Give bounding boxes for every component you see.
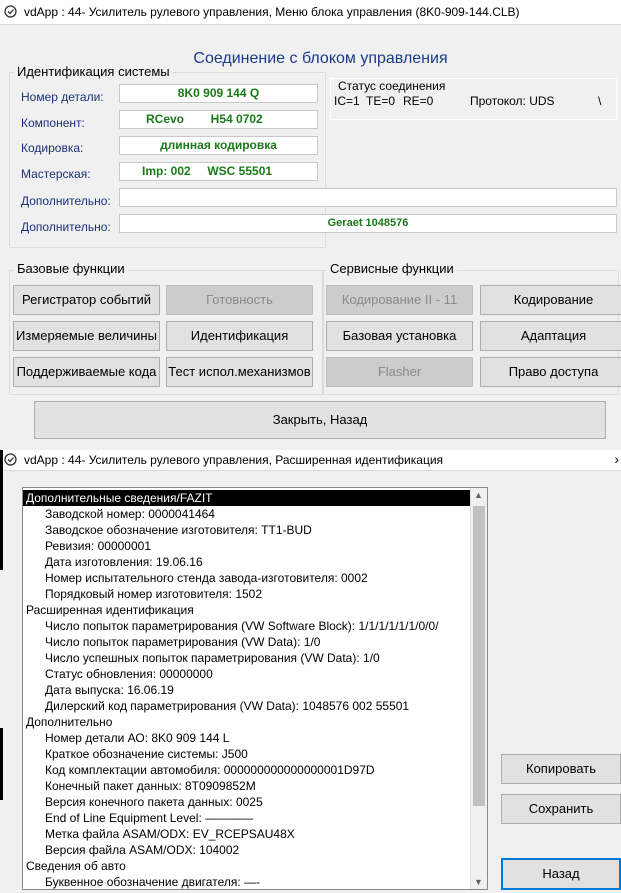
list-section-header[interactable]: Сведения об авто [26, 858, 126, 874]
list-item[interactable]: Код комплектации автомобиля: 00000000000… [45, 762, 375, 778]
list-item[interactable]: Номер испытательного стенда завода-изгот… [45, 570, 368, 586]
list-item[interactable]: Заводской номер: 0000041464 [45, 506, 215, 522]
list-item[interactable]: Ревизия: 00000001 [45, 538, 151, 554]
list-section-header[interactable]: Дополнительные сведения/FAZIT [23, 490, 470, 506]
window-title: vdApp : 44- Усилитель рулевого управлени… [24, 5, 520, 19]
part-number-field: 8K0 909 144 Q [119, 84, 318, 103]
list-item[interactable]: Номер детали АО: 8K0 909 144 L [45, 730, 229, 746]
control-unit-menu-window: vdApp : 44- Усилитель рулевого управлени… [0, 0, 621, 450]
workshop-field: Imp: 002 WSC 55501 [119, 162, 318, 181]
basic-functions-label: Базовые функции [14, 261, 128, 276]
service-functions-label: Сервисные функции [327, 261, 457, 276]
measured-values-button[interactable]: Измеряемые величины [13, 321, 160, 351]
vertical-scrollbar[interactable]: ▲ ▼ [470, 488, 487, 889]
activity-spinner: \ [598, 94, 602, 108]
workshop-label: Мастерская: [21, 167, 91, 181]
coding-button[interactable]: Кодирование [480, 285, 621, 315]
list-item[interactable]: Заводское обозначение изготовителя: TT1-… [45, 522, 312, 538]
app-icon [4, 453, 17, 466]
list-item[interactable]: Статус обновления: 00000000 [45, 666, 213, 682]
close-back-button[interactable]: Закрыть, Назад [34, 401, 606, 439]
list-item[interactable]: Конечный пакет данных: 8T0909852M [45, 778, 256, 794]
readiness-button[interactable]: Готовность [166, 285, 313, 315]
coding-ii-button[interactable]: Кодирование II - 11 [326, 285, 473, 315]
back-button[interactable]: Назад [501, 858, 621, 890]
list-item[interactable]: Дата изготовления: 19.06.16 [45, 554, 203, 570]
additional-label-1: Дополнительно: [21, 194, 111, 208]
identification-button[interactable]: Идентификация [166, 321, 313, 351]
copy-button[interactable]: Копировать [501, 754, 621, 784]
supported-codes-button[interactable]: Поддерживаемые кода [13, 357, 160, 387]
window-edge [0, 450, 3, 570]
access-rights-button[interactable]: Право доступа [480, 357, 621, 387]
list-item[interactable]: Версия конечного пакета данных: 0025 [45, 794, 263, 810]
identification-group-label: Идентификация системы [14, 64, 173, 79]
connection-status-label: Статус соединения [338, 79, 446, 93]
list-item[interactable]: Число попыток параметрирования (VW Softw… [45, 618, 439, 634]
list-item[interactable]: Число успешных попыток параметрирования … [45, 650, 380, 666]
scroll-thumb[interactable] [473, 506, 485, 806]
part-number-label: Номер детали: [21, 90, 104, 104]
adaptation-button[interactable]: Адаптация [480, 321, 621, 351]
list-item[interactable]: Метка файла ASAM/ODX: EV_RCEPSAU48X [45, 826, 295, 842]
ic-value: IC=1 [334, 94, 360, 108]
basic-settings-button[interactable]: Базовая установка [326, 321, 473, 351]
window-edge [0, 728, 3, 800]
re-value: RE=0 [403, 94, 434, 108]
list-item[interactable]: Буквенное обозначение двигателя: —- [45, 874, 260, 889]
scroll-up-icon[interactable]: ▲ [474, 490, 483, 500]
component-field: RCevo H54 0702 [119, 110, 318, 129]
actuator-test-button[interactable]: Тест испол.механизмов [166, 357, 313, 387]
save-button[interactable]: Сохранить [501, 794, 621, 824]
component-label: Компонент: [21, 116, 85, 130]
additional-label-2: Дополнительно: [21, 220, 111, 234]
list-item[interactable]: Дилерский код параметрирования (VW Data)… [45, 698, 409, 714]
extended-identification-list[interactable]: ▲ ▼ Дополнительные сведения/FAZIT Заводск… [22, 487, 488, 890]
connection-status-box: Статус соединения IC=1 TE=0 RE=0 Протоко… [330, 78, 617, 120]
list-item[interactable]: Число попыток параметрирования (VW Data)… [45, 634, 320, 650]
app-icon [4, 5, 17, 18]
event-recorder-button[interactable]: Регистратор событий [13, 285, 160, 315]
flasher-button[interactable]: Flasher [326, 357, 473, 387]
title-bar: vdApp : 44- Усилитель рулевого управлени… [0, 0, 621, 25]
list-item[interactable]: Дата выпуска: 16.06.19 [45, 682, 174, 698]
title-bar: vdApp : 44- Усилитель рулевого управлени… [0, 450, 621, 471]
list-item[interactable]: End of Line Equipment Level: ———— [45, 810, 253, 826]
coding-field: длинная кодировка [119, 136, 318, 155]
additional-field-2: Geraet 1048576 [119, 214, 617, 233]
coding-label: Кодировка: [21, 141, 84, 155]
window-title: vdApp : 44- Усилитель рулевого управлени… [24, 453, 444, 467]
protocol-value: Протокол: UDS [470, 94, 555, 108]
close-icon[interactable]: › [614, 451, 619, 467]
list-item[interactable]: Порядковый номер изготовителя: 1502 [45, 586, 262, 602]
scroll-down-icon[interactable]: ▼ [474, 877, 483, 887]
list-item[interactable]: Версия файла ASAM/ODX: 104002 [45, 842, 239, 858]
list-section-header[interactable]: Расширенная идентификация [26, 602, 194, 618]
list-section-header[interactable]: Дополнительно [26, 714, 112, 730]
list-item[interactable]: Краткое обозначение системы: J500 [45, 746, 248, 762]
additional-field-1 [119, 188, 617, 207]
te-value: TE=0 [366, 94, 396, 108]
